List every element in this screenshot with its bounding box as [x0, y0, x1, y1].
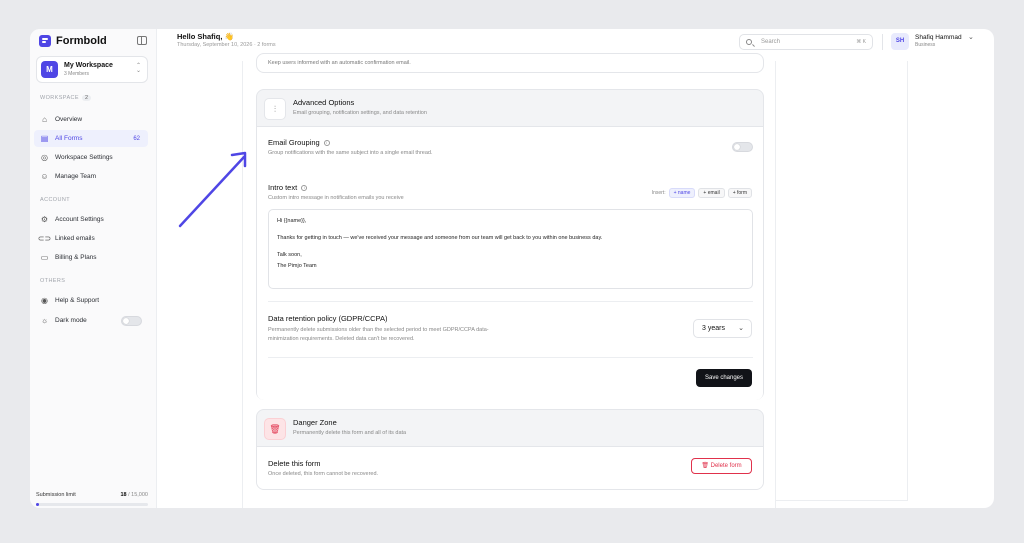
annotation-arrow-icon — [178, 151, 247, 228]
